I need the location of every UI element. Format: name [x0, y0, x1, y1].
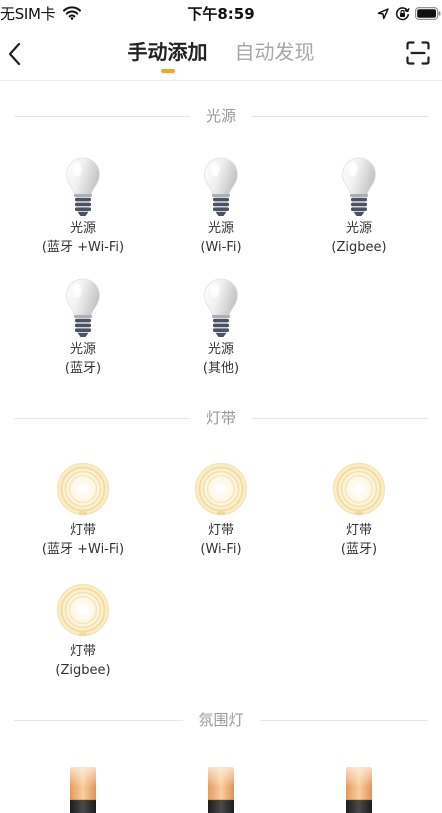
- ambient-lamp-icon: [208, 767, 234, 813]
- device-grid: 灯带 (蓝牙 +Wi-Fi) 灯带 (Wi-Fi) 灯带 (蓝牙) 灯带 (Zi…: [0, 453, 442, 685]
- section-title: 氛围灯: [198, 711, 244, 729]
- device-item-ambient-lamp[interactable]: [290, 755, 428, 813]
- device-name: 灯带: [69, 523, 96, 538]
- section-light-strip: 灯带 灯带 (蓝牙 +Wi-Fi) 灯带 (Wi-Fi) 灯带 (蓝牙) 灯带 …: [0, 383, 442, 685]
- tab-manual-add[interactable]: 手动添加: [128, 28, 208, 80]
- device-catalog: 光源 光源 (蓝牙 +Wi-Fi) 光源 (Wi-Fi) 光源 (Zigbee)…: [0, 81, 442, 813]
- device-item-bulb-ble-wifi[interactable]: 光源 (蓝牙 +Wi-Fi): [14, 151, 152, 262]
- device-name: 光源: [207, 221, 234, 236]
- device-item-bulb-zigbee[interactable]: 光源 (Zigbee): [290, 151, 428, 262]
- section-title: 灯带: [206, 409, 237, 427]
- device-item-ambient-lamp[interactable]: [152, 755, 290, 813]
- device-item-bulb-other[interactable]: 光源 (其他): [152, 272, 290, 383]
- battery-icon: [415, 7, 441, 20]
- device-protocol: (Wi-Fi): [200, 240, 242, 255]
- device-item-bulb-ble[interactable]: 光源 (蓝牙): [14, 272, 152, 383]
- bulb-icon: [204, 278, 238, 338]
- device-protocol: (蓝牙 +Wi-Fi): [41, 542, 125, 557]
- active-tab-indicator: [160, 69, 175, 73]
- device-protocol: (Wi-Fi): [200, 542, 242, 557]
- device-icon: [189, 457, 253, 521]
- device-icon: [189, 155, 253, 219]
- section-ambient-lamp: 氛围灯: [0, 685, 442, 813]
- divider: [259, 719, 429, 721]
- device-item-strip-zigbee[interactable]: 灯带 (Zigbee): [14, 574, 152, 685]
- device-icon: [51, 759, 115, 813]
- device-icon: [327, 759, 391, 813]
- device-item-ambient-lamp[interactable]: [14, 755, 152, 813]
- nav-bar: 手动添加 自动发现: [0, 28, 442, 81]
- ambient-lamp-icon: [70, 767, 96, 813]
- bulb-icon: [66, 157, 100, 217]
- device-item-bulb-wifi[interactable]: 光源 (Wi-Fi): [152, 151, 290, 262]
- device-icon: [51, 578, 115, 642]
- device-name: 灯带: [207, 523, 234, 538]
- divider: [14, 719, 183, 721]
- divider: [14, 115, 190, 117]
- location-arrow-icon: [377, 8, 389, 20]
- device-name: 光源: [69, 342, 96, 357]
- device-icon: [51, 276, 115, 340]
- section-header: 灯带: [0, 383, 442, 453]
- light-strip-icon: [56, 583, 110, 637]
- section-header: 光源: [0, 81, 442, 151]
- device-icon: [327, 457, 391, 521]
- device-icon: [189, 276, 253, 340]
- tab-label: 手动添加: [127, 40, 208, 64]
- device-protocol: (Zigbee): [331, 240, 387, 255]
- tab-bar: 手动添加 自动发现: [0, 28, 442, 80]
- device-name: 灯带: [345, 523, 372, 538]
- section-title: 光源: [206, 107, 237, 125]
- bulb-icon: [66, 278, 100, 338]
- device-grid: [0, 755, 442, 813]
- device-protocol: (蓝牙): [340, 542, 378, 557]
- device-protocol: (其他): [202, 361, 240, 376]
- device-name: 光源: [69, 221, 96, 236]
- device-item-strip-ble-wifi[interactable]: 灯带 (蓝牙 +Wi-Fi): [14, 453, 152, 564]
- device-protocol: (蓝牙): [64, 361, 102, 376]
- device-protocol: (蓝牙 +Wi-Fi): [41, 240, 125, 255]
- device-icon: [327, 155, 391, 219]
- scan-button[interactable]: [404, 39, 432, 67]
- tab-auto-discover[interactable]: 自动发现: [235, 28, 315, 80]
- device-icon: [51, 457, 115, 521]
- divider: [252, 417, 429, 419]
- device-icon: [51, 155, 115, 219]
- ambient-lamp-icon: [346, 767, 372, 813]
- device-item-strip-ble[interactable]: 灯带 (蓝牙): [290, 453, 428, 564]
- divider: [252, 115, 429, 117]
- device-name: 光源: [345, 221, 372, 236]
- light-strip-icon: [332, 462, 386, 516]
- device-protocol: (Zigbee): [55, 663, 111, 678]
- orientation-lock-icon: [395, 7, 410, 21]
- scan-icon: [406, 41, 430, 65]
- light-strip-icon: [56, 462, 110, 516]
- status-time: 下午8:59: [187, 5, 255, 23]
- status-bar: 无SIM卡 下午8:59: [0, 0, 442, 28]
- device-name: 灯带: [69, 644, 96, 659]
- section-header: 氛围灯: [0, 685, 442, 755]
- divider: [14, 417, 190, 419]
- device-icon: [189, 759, 253, 813]
- device-item-strip-wifi[interactable]: 灯带 (Wi-Fi): [152, 453, 290, 564]
- section-light-source: 光源 光源 (蓝牙 +Wi-Fi) 光源 (Wi-Fi) 光源 (Zigbee)…: [0, 81, 442, 383]
- bulb-icon: [204, 157, 238, 217]
- light-strip-icon: [194, 462, 248, 516]
- bulb-icon: [342, 157, 376, 217]
- tab-label: 自动发现: [234, 40, 315, 64]
- device-name: 光源: [207, 342, 234, 357]
- device-grid: 光源 (蓝牙 +Wi-Fi) 光源 (Wi-Fi) 光源 (Zigbee) 光源…: [0, 151, 442, 383]
